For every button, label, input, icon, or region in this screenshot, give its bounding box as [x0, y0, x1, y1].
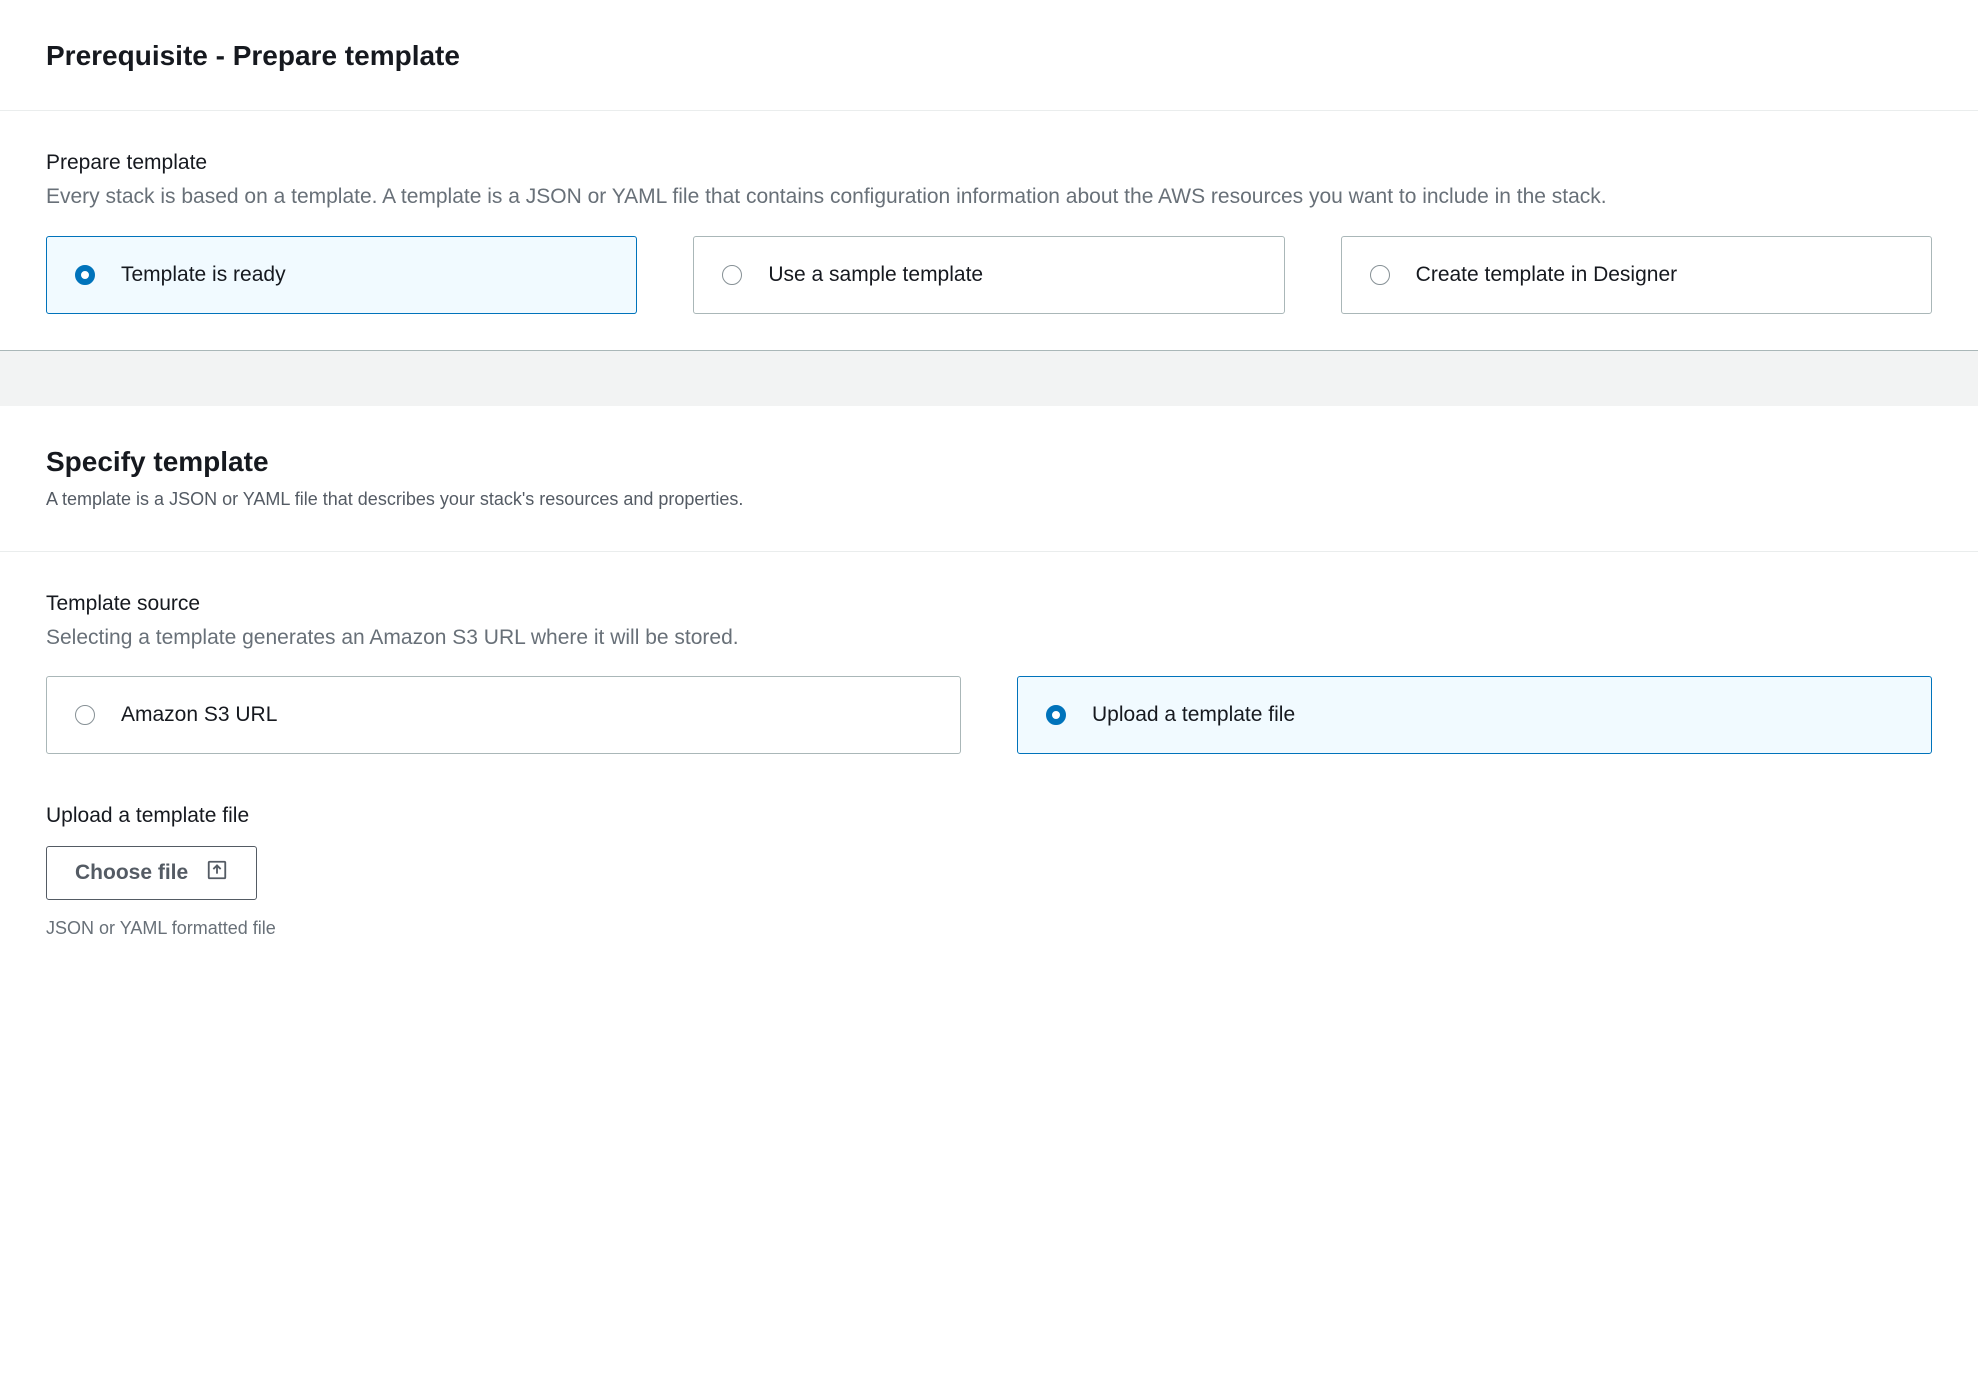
panel-gap: [0, 350, 1978, 406]
upload-label: Upload a template file: [46, 804, 1932, 828]
option-label: Template is ready: [121, 263, 286, 287]
template-source-desc: Selecting a template generates an Amazon…: [46, 622, 1932, 655]
prerequisite-header: Prerequisite - Prepare template: [0, 0, 1978, 110]
radio-icon: [75, 265, 95, 285]
radio-icon: [722, 265, 742, 285]
file-format-hint: JSON or YAML formatted file: [46, 918, 1932, 939]
specify-subtitle: A template is a JSON or YAML file that d…: [46, 486, 1932, 513]
specify-panel: Specify template A template is a JSON or…: [0, 406, 1978, 976]
specify-header: Specify template A template is a JSON or…: [0, 406, 1978, 551]
option-label: Create template in Designer: [1416, 263, 1677, 287]
radio-icon: [1370, 265, 1390, 285]
template-source-options: Amazon S3 URL Upload a template file: [46, 676, 1932, 754]
template-source-label: Template source: [46, 592, 1932, 616]
option-sample-template[interactable]: Use a sample template: [693, 236, 1284, 314]
option-label: Upload a template file: [1092, 703, 1295, 727]
upload-section: Upload a template file Choose file JSON …: [46, 804, 1932, 939]
choose-file-button[interactable]: Choose file: [46, 846, 257, 900]
prepare-template-label: Prepare template: [46, 151, 1932, 175]
prerequisite-title: Prerequisite - Prepare template: [46, 40, 1932, 72]
prerequisite-body: Prepare template Every stack is based on…: [0, 111, 1978, 350]
option-upload-template-file[interactable]: Upload a template file: [1017, 676, 1932, 754]
option-label: Use a sample template: [768, 263, 983, 287]
option-amazon-s3-url[interactable]: Amazon S3 URL: [46, 676, 961, 754]
option-create-designer[interactable]: Create template in Designer: [1341, 236, 1932, 314]
specify-body: Template source Selecting a template gen…: [0, 552, 1978, 976]
specify-title: Specify template: [46, 446, 1932, 478]
prepare-template-options: Template is ready Use a sample template …: [46, 236, 1932, 314]
radio-icon: [1046, 705, 1066, 725]
prepare-template-desc: Every stack is based on a template. A te…: [46, 181, 1932, 214]
option-template-ready[interactable]: Template is ready: [46, 236, 637, 314]
prerequisite-panel: Prerequisite - Prepare template Prepare …: [0, 0, 1978, 350]
choose-file-label: Choose file: [75, 861, 188, 885]
upload-icon: [206, 859, 228, 887]
option-label: Amazon S3 URL: [121, 703, 277, 727]
radio-icon: [75, 705, 95, 725]
